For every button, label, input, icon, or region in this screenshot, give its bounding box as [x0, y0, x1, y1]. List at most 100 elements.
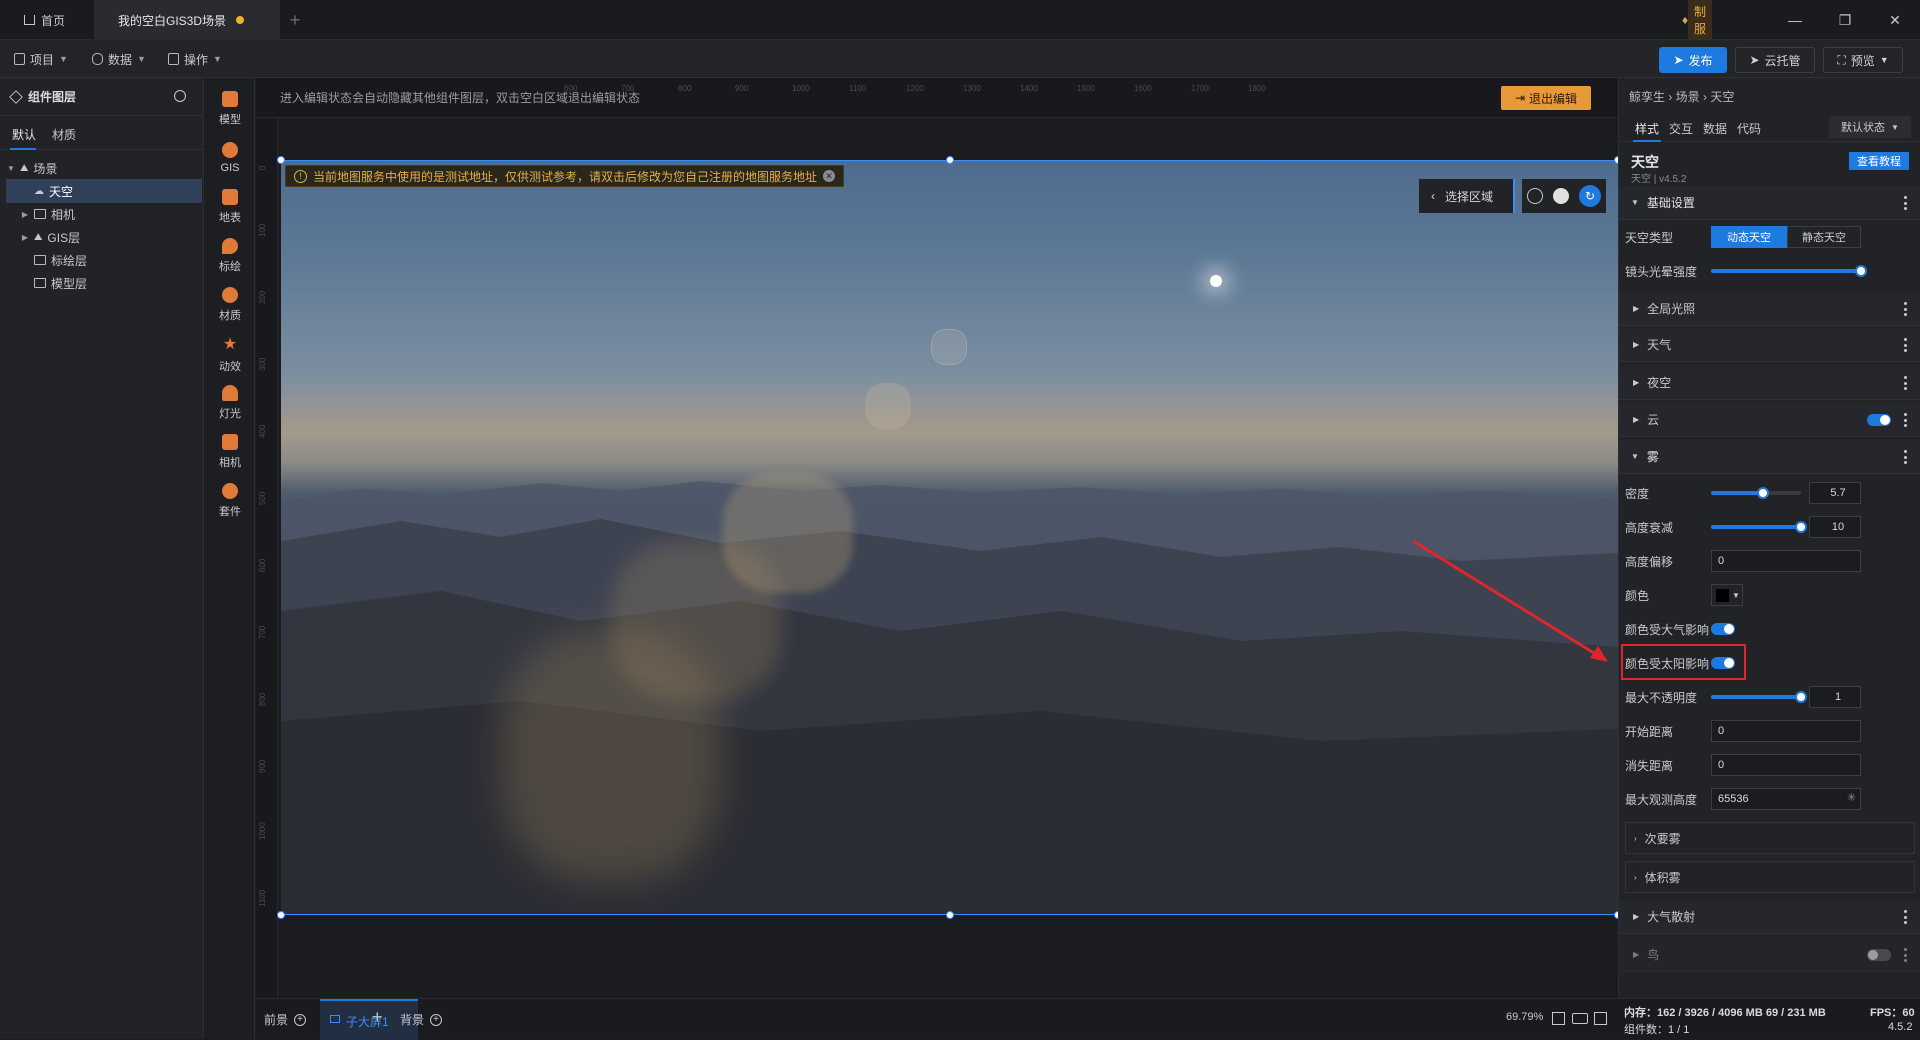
- comp-light[interactable]: 灯光: [205, 378, 255, 428]
- tab-background[interactable]: 背景 +: [400, 1011, 443, 1028]
- more-icon[interactable]: [1903, 450, 1907, 464]
- tree-item-gis[interactable]: ▶ ⛰ GIS层: [6, 225, 202, 249]
- close-icon[interactable]: ✕: [823, 170, 836, 182]
- more-icon[interactable]: [1903, 413, 1907, 427]
- max-opacity-input[interactable]: 1: [1809, 686, 1861, 708]
- menu-data[interactable]: 数据 ▼: [92, 49, 146, 69]
- comp-gis[interactable]: GIS: [205, 133, 255, 183]
- subsection-volumetric-fog[interactable]: › 体积雾: [1625, 861, 1915, 893]
- globe-icon[interactable]: [1527, 188, 1543, 204]
- height-offset-input[interactable]: 0: [1711, 550, 1861, 572]
- comp-model[interactable]: 模型: [205, 84, 255, 134]
- ruler-tick-label: 900: [258, 759, 267, 773]
- add-circle-icon[interactable]: +: [430, 1013, 443, 1026]
- tab-foreground[interactable]: 前景 +: [264, 1011, 307, 1028]
- more-icon[interactable]: [1903, 302, 1907, 316]
- start-distance-input[interactable]: 0: [1711, 720, 1861, 742]
- comp-kit[interactable]: 套件: [205, 476, 255, 526]
- density-input[interactable]: 5.7: [1809, 482, 1861, 504]
- tab-scene[interactable]: 我的空白GIS3D场景: [94, 0, 280, 40]
- add-circle-icon[interactable]: +: [294, 1013, 307, 1026]
- custom-service-button[interactable]: ♦ 定制服务: [1682, 0, 1713, 57]
- max-opacity-slider[interactable]: [1711, 695, 1801, 699]
- add-tab-button[interactable]: +: [280, 0, 310, 40]
- section-cloud[interactable]: ▶ 云: [1619, 403, 1920, 437]
- tab-code[interactable]: 代码: [1737, 120, 1761, 137]
- resize-handle[interactable]: [277, 911, 285, 919]
- refresh-icon[interactable]: ↻: [1579, 185, 1601, 207]
- cutoff-distance-input[interactable]: 0: [1711, 754, 1861, 776]
- more-icon[interactable]: [1903, 338, 1907, 352]
- state-select[interactable]: 默认状态 ▼: [1829, 116, 1911, 138]
- row-cutoff-distance: 消失距离 0: [1619, 748, 1920, 782]
- comp-terrain[interactable]: 地表: [205, 182, 255, 232]
- section-birds[interactable]: ▶ 鸟: [1619, 938, 1920, 972]
- minimize-button[interactable]: —: [1772, 0, 1818, 40]
- menu-operate[interactable]: 操作 ▼: [168, 49, 222, 69]
- sky-type-dynamic[interactable]: 动态天空: [1711, 226, 1787, 248]
- keyboard-icon[interactable]: [1572, 1013, 1588, 1024]
- slider-knob[interactable]: [1855, 265, 1867, 277]
- slider-knob[interactable]: [1795, 521, 1807, 533]
- tree-item-camera[interactable]: ▶ 相机: [6, 202, 202, 226]
- circle-icon[interactable]: [1553, 188, 1569, 204]
- terminal-icon[interactable]: [1594, 1012, 1607, 1025]
- section-global-light[interactable]: ▶ 全局光照: [1619, 292, 1920, 326]
- select-area-button[interactable]: ‹ 选择区域: [1419, 179, 1515, 213]
- comp-marker[interactable]: 标绘: [205, 231, 255, 281]
- restore-button[interactable]: ❐: [1822, 0, 1868, 40]
- exit-edit-button[interactable]: ⇥ 退出编辑: [1501, 86, 1591, 110]
- star-icon: ★: [222, 336, 238, 353]
- slider-knob[interactable]: [1757, 487, 1769, 499]
- cloud-hosting-button[interactable]: ➤ 云托管: [1735, 47, 1815, 73]
- section-weather[interactable]: ▶ 天气: [1619, 328, 1920, 362]
- tab-material[interactable]: 材质: [52, 126, 76, 143]
- more-icon[interactable]: [1903, 376, 1907, 390]
- preview-button[interactable]: ⛶ 预览 ▼: [1823, 47, 1903, 73]
- sky-type-static[interactable]: 静态天空: [1787, 226, 1861, 248]
- color-atmos-toggle[interactable]: [1711, 623, 1735, 635]
- tab-home[interactable]: 首页: [0, 0, 92, 40]
- section-basic[interactable]: ▼ 基础设置: [1619, 186, 1920, 220]
- tab-default[interactable]: 默认: [12, 126, 36, 143]
- add-screen-button[interactable]: +: [372, 1007, 383, 1028]
- more-icon[interactable]: [1903, 196, 1907, 210]
- comp-material[interactable]: 材质: [205, 280, 255, 330]
- more-icon[interactable]: [1903, 948, 1907, 962]
- comp-camera[interactable]: 相机: [205, 427, 255, 477]
- resize-handle[interactable]: [946, 156, 954, 164]
- resize-handle[interactable]: [277, 156, 285, 164]
- close-button[interactable]: ✕: [1872, 0, 1918, 40]
- section-atmos-scattering[interactable]: ▶ 大气散射: [1619, 900, 1920, 934]
- lens-flare-slider[interactable]: [1711, 269, 1863, 273]
- caret-right-icon: ▶: [1633, 340, 1640, 349]
- birds-toggle[interactable]: [1867, 949, 1891, 961]
- color-picker[interactable]: ▼: [1711, 584, 1743, 606]
- subsection-secondary-fog[interactable]: › 次要雾: [1625, 822, 1915, 854]
- fit-screen-icon[interactable]: [1552, 1012, 1565, 1025]
- max-height-input[interactable]: 65536: [1711, 788, 1861, 810]
- slider-knob[interactable]: [1795, 691, 1807, 703]
- chevron-left-icon: ‹: [1431, 189, 1435, 203]
- height-falloff-slider[interactable]: [1711, 525, 1801, 529]
- tab-data[interactable]: 数据: [1703, 120, 1727, 137]
- tree-item-annotation[interactable]: 标绘层: [6, 248, 202, 272]
- section-fog[interactable]: ▼ 雾: [1619, 440, 1920, 474]
- tree-item-model[interactable]: 模型层: [6, 271, 202, 295]
- menu-project[interactable]: 项目 ▼: [14, 49, 68, 69]
- height-falloff-input[interactable]: 10: [1809, 516, 1861, 538]
- tab-interaction[interactable]: 交互: [1669, 120, 1693, 137]
- search-icon[interactable]: [174, 90, 186, 102]
- tab-style[interactable]: 样式: [1635, 120, 1659, 137]
- more-icon[interactable]: [1903, 910, 1907, 924]
- cloud-toggle[interactable]: [1867, 414, 1891, 426]
- resize-handle[interactable]: [946, 911, 954, 919]
- chevron-right-icon: ›: [1634, 872, 1637, 882]
- comp-effect[interactable]: ★ 动效: [205, 329, 255, 379]
- section-night-sky[interactable]: ▶ 夜空: [1619, 366, 1920, 400]
- density-slider[interactable]: [1711, 491, 1763, 495]
- tutorial-button[interactable]: 查看教程: [1849, 152, 1909, 170]
- publish-button[interactable]: ➤ 发布: [1659, 47, 1727, 73]
- tree-item-scene[interactable]: ▼ ⛰ 场景: [6, 156, 202, 180]
- tree-item-sky[interactable]: ☁ 天空: [6, 179, 202, 203]
